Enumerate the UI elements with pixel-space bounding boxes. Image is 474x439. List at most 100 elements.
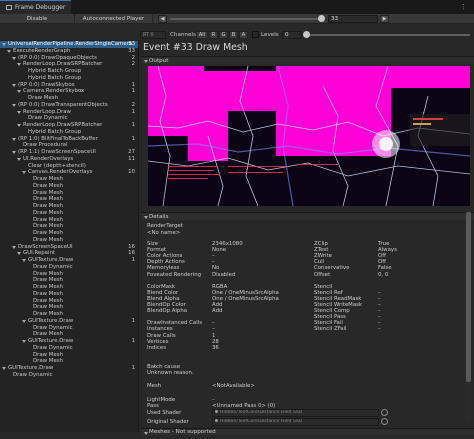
detail-key: Stencil ReadMask [314,295,362,302]
window-menu-icon[interactable]: ⋮ [460,3,468,11]
player-dropdown[interactable]: Autoconnected Player [75,13,153,24]
foldout-arrow-icon[interactable] [17,252,21,256]
render-target-dropdown[interactable]: RT 0 [140,31,166,39]
detail-key: Stencil Comp [314,308,350,315]
used-shader-picker-icon[interactable] [381,409,388,416]
detail-value: No [212,265,220,272]
detail-value: Disabled [212,271,236,278]
detail-value: – [378,308,381,315]
foldout-arrow-icon[interactable] [12,83,16,87]
foldout-arrow-icon[interactable] [17,157,21,161]
levels-checkbox[interactable] [252,31,259,38]
render-target-label: RenderTarget [147,223,183,229]
foldout-arrow-icon[interactable] [17,110,21,114]
scrollbar-thumb[interactable] [466,212,471,382]
details-section-header[interactable]: Details [141,212,474,220]
detail-value: – [212,253,215,260]
meshes-section-header[interactable]: Meshes - Not supported [141,428,474,435]
tree-row[interactable]: Draw Dynamic [0,372,138,379]
foldout-arrow-icon[interactable] [12,245,16,249]
levels-slider-thumb[interactable] [303,31,310,38]
foldout-arrow-icon[interactable] [12,151,16,154]
detail-key: Stencil Pass [314,314,346,321]
detail-value: 0, 0 [378,271,389,278]
foldout-arrow-icon[interactable] [17,63,21,67]
foldout-arrow-icon[interactable] [12,56,16,60]
foldout-arrow-icon[interactable] [12,103,16,107]
mesh-value: <NotAvailable> [212,383,255,389]
details-scrollbar[interactable] [466,210,471,422]
detail-key: Stencil ZFail [314,326,347,333]
channel-g-button[interactable]: G [219,31,228,39]
detail-key: ZClip [314,241,328,247]
levels-slider[interactable] [305,34,470,36]
foldout-arrow-icon[interactable] [7,49,11,53]
detail-value: Add [212,302,223,308]
next-event-button[interactable]: ▶ [380,15,389,23]
used-shader-label: Used Shader [147,410,182,416]
foldout-arrow-icon [144,432,148,435]
detail-value: RGBA [212,283,228,290]
detail-key: Offset [314,271,331,278]
levels-field[interactable]: 0 [282,31,302,39]
detail-key: Indices [147,344,167,351]
detail-key: Depth Actions [147,259,185,266]
event-slider-thumb[interactable] [318,15,325,22]
levels-label: Levels [261,32,279,38]
foldout-arrow-icon[interactable] [2,43,6,46]
detail-key: Memoryless [147,265,180,272]
original-shader-label: Original Shader [147,419,189,425]
channel-b-button[interactable]: B [229,31,238,39]
detail-value: – [378,314,381,321]
event-number-field[interactable]: 33 [328,15,378,23]
detail-key: Stencil Ref [314,289,343,296]
detail-key: ZWrite [314,253,332,260]
detail-value: – [378,295,381,302]
output-label: Output [149,58,169,64]
disable-button[interactable]: Disable [0,13,75,24]
foldout-arrow-icon[interactable] [2,367,6,370]
window-title: Frame Debugger [15,4,66,11]
batch-cause-value: Unknown reason. [147,370,194,376]
foldout-arrow-icon[interactable] [17,124,21,127]
detail-value: Always [378,247,397,254]
tab-frame-debugger[interactable]: Frame Debugger [0,0,72,14]
original-shader-field[interactable]: Hidden/TextCore/Distance Field SSD [212,418,379,426]
detail-key: Cull [314,259,325,266]
detail-value: – [212,320,215,327]
original-shader-picker-icon[interactable] [381,418,388,425]
detail-key: Size [147,241,159,247]
meshes-label: Meshes - Not supported [149,429,216,435]
event-title: Event #33 Draw Mesh [143,42,248,53]
detail-value: – [212,259,215,266]
detail-key: Stencil Fail [314,320,343,327]
output-section-header[interactable]: Output [141,56,474,64]
used-shader-field[interactable]: Hidden/TextCore/Distance Field SSD [212,409,379,417]
detail-key: ZTest [314,247,329,254]
detail-key: Vertices [147,338,169,345]
foldout-arrow-icon[interactable] [22,171,26,175]
foldout-arrow-icon[interactable] [12,137,16,141]
detail-key: Foveated Rendering [147,271,202,278]
foldout-arrow-icon[interactable] [22,259,26,262]
used-shader-value: Hidden/TextCore/Distance Field SSD [220,410,303,415]
detail-key: Stencil [314,283,333,290]
detail-key: Format [147,247,166,254]
detail-key: DrawInstanced Calls [147,320,203,327]
detail-value: – [378,302,381,308]
channel-all-button[interactable]: All [196,31,208,39]
detail-value: Off [378,253,386,260]
event-slider[interactable] [170,18,318,20]
event-tree[interactable]: UniversalRenderPipeline.RenderSingleCame… [0,40,139,432]
channel-r-button[interactable]: R [209,31,218,39]
foldout-arrow-icon[interactable] [22,319,26,323]
title-bar: Frame Debugger ⋮ [0,0,474,14]
foldout-arrow-icon[interactable] [22,340,26,343]
channel-a-button[interactable]: A [239,31,248,39]
detail-value: One / OneMinusSrcAlpha [212,295,279,302]
foldout-arrow-icon[interactable] [17,90,21,94]
detail-value: 2346x1080 [212,241,243,247]
detail-key: Stencil WriteMask [314,302,363,308]
detail-key: Instances [147,326,173,333]
prev-event-button[interactable]: ◀ [158,15,167,23]
